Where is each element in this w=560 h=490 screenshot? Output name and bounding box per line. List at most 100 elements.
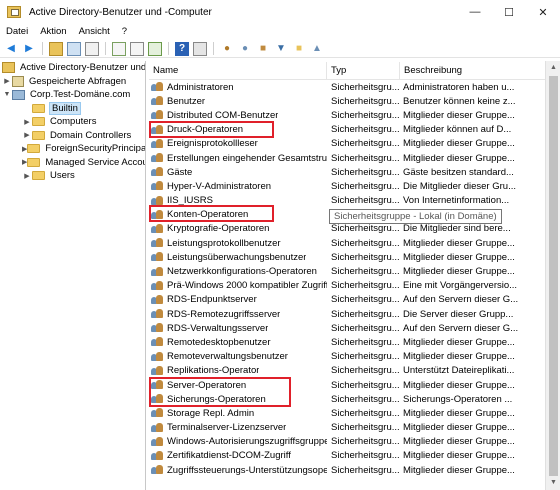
tree-item-label: Gespeicherte Abfragen bbox=[29, 75, 127, 87]
list-item[interactable]: Druck-Operatoren Sicherheitsgru... Mitglie… bbox=[149, 123, 545, 137]
menu-aktion[interactable]: Aktion bbox=[34, 26, 72, 37]
list-item[interactable]: Administratoren Sicherheitsgru... Administ… bbox=[149, 80, 545, 94]
tree-item-builtin[interactable]: Builtin bbox=[0, 101, 145, 116]
tree-item-domain-controllers[interactable]: ▶ Domain Controllers bbox=[0, 129, 145, 143]
tree-item-managed-service-accounts[interactable]: ▶ Managed Service Accoun bbox=[0, 156, 145, 170]
up-folder-icon[interactable] bbox=[49, 41, 63, 56]
list-item[interactable]: Zertifikatdienst-DCOM-Zugriff Sicherheits… bbox=[149, 449, 545, 463]
expand-icon[interactable]: ▶ bbox=[22, 131, 32, 139]
new-user-icon[interactable]: ● bbox=[220, 42, 234, 56]
list-item[interactable]: IIS_IUSRS Sicherheitsgru... Von Internetin… bbox=[149, 194, 545, 208]
minimize-button[interactable]: — bbox=[458, 0, 492, 24]
list-item[interactable]: Remoteverwaltungsbenutzer Sicherheitsgru.… bbox=[149, 350, 545, 364]
tree-item-foreign-security-principals[interactable]: ▶ ForeignSecurityPrincipals bbox=[0, 142, 145, 156]
list-item[interactable]: Storage Repl. Admin Sicherheitsgru... Mitg… bbox=[149, 406, 545, 420]
cell-name: Ereignisprotokollleser bbox=[149, 138, 327, 149]
list-item[interactable]: Netzwerkkonfigurations-Operatoren Sicherh… bbox=[149, 264, 545, 278]
cell-description: Mitglieder dieser Gruppe... bbox=[403, 251, 515, 263]
list-item[interactable]: RDS-Remotezugriffsserver Sicherheitsgru..… bbox=[149, 307, 545, 321]
column-header-name[interactable]: Name bbox=[149, 62, 327, 80]
cell-name: Konten-Operatoren bbox=[149, 209, 327, 220]
cell-name: Remoteverwaltungsbenutzer bbox=[149, 351, 327, 362]
column-header-type[interactable]: Typ bbox=[327, 62, 400, 80]
scrollbar-thumb[interactable] bbox=[549, 76, 558, 476]
maximize-button[interactable]: ☐ bbox=[492, 0, 526, 24]
cell-type: Sicherheitsgru... bbox=[331, 379, 400, 391]
list-item[interactable]: Server-Operatoren Sicherheitsgru... Mitgli… bbox=[149, 378, 545, 392]
list-item[interactable]: Leistungsüberwachungsbenutzer Sicherheits… bbox=[149, 250, 545, 264]
group-name: Leistungsprotokollbenutzer bbox=[167, 237, 281, 249]
list-item[interactable]: Replikations-Operator Sicherheitsgru... Un… bbox=[149, 364, 545, 378]
expand-icon[interactable]: ▶ bbox=[2, 77, 12, 85]
expand-icon[interactable]: ▶ bbox=[22, 118, 32, 126]
saved-queries-icon bbox=[12, 75, 24, 87]
add-to-group-icon[interactable]: ■ bbox=[292, 42, 306, 56]
filter-icon[interactable]: ▼ bbox=[274, 42, 288, 56]
list-item[interactable]: Leistungsprotokollbenutzer Sicherheitsgru… bbox=[149, 236, 545, 250]
menu-datei[interactable]: Datei bbox=[0, 26, 34, 37]
cell-description: Von Internetinformation... bbox=[403, 195, 510, 207]
forward-icon[interactable]: ▶ bbox=[22, 42, 36, 56]
cell-name: Benutzer bbox=[149, 96, 327, 107]
close-button[interactable]: ✕ bbox=[526, 0, 560, 24]
list-item[interactable]: Kryptografie-Operatoren Sicherheitsgru...… bbox=[149, 222, 545, 236]
list-item[interactable]: Distributed COM-Benutzer Sicherheitsgru..… bbox=[149, 108, 545, 122]
list-item[interactable]: Hyper-V-Administratoren Sicherheitsgru...… bbox=[149, 179, 545, 193]
help-icon[interactable]: ? bbox=[175, 41, 189, 56]
group-name: Benutzer bbox=[167, 95, 206, 107]
cell-description: Mitglieder dieser Gruppe... bbox=[403, 464, 515, 476]
vertical-scrollbar[interactable]: ▲ ▼ bbox=[545, 61, 560, 490]
show-tree-icon[interactable] bbox=[67, 41, 81, 56]
expand-icon[interactable]: ▶ bbox=[22, 172, 32, 180]
tree-item-saved-queries[interactable]: ▶ Gespeicherte Abfragen bbox=[0, 75, 145, 89]
cell-name: Storage Repl. Admin bbox=[149, 408, 327, 419]
cell-type: Sicherheitsgru... bbox=[331, 266, 400, 278]
group-name: Netzwerkkonfigurations-Operatoren bbox=[167, 266, 317, 278]
security-group-icon bbox=[151, 110, 164, 120]
console-icon[interactable] bbox=[193, 41, 207, 56]
column-header-description[interactable]: Beschreibung bbox=[400, 62, 545, 80]
list-item[interactable]: Gäste Sicherheitsgru... Gäste besitzen sta… bbox=[149, 165, 545, 179]
cell-name: Gäste bbox=[149, 167, 327, 178]
list-item[interactable]: Ereignisprotokollleser Sicherheitsgru... M… bbox=[149, 137, 545, 151]
tree-item-computers[interactable]: ▶ Computers bbox=[0, 115, 145, 129]
folder-icon bbox=[32, 171, 45, 181]
list-item[interactable]: Prä-Windows 2000 kompatibler Zugriff Sich… bbox=[149, 279, 545, 293]
menu-help[interactable]: ? bbox=[116, 26, 133, 37]
scroll-down-icon[interactable]: ▼ bbox=[546, 476, 560, 490]
list-item[interactable]: Erstellungen eingehender Gesamtstruk... S… bbox=[149, 151, 545, 165]
cell-name: IIS_IUSRS bbox=[149, 195, 327, 206]
collapse-icon[interactable]: ▼ bbox=[2, 91, 12, 98]
copy-icon[interactable] bbox=[85, 41, 99, 56]
list-item[interactable]: RDS-Verwaltungsserver Sicherheitsgru... Au… bbox=[149, 321, 545, 335]
group-name: Remoteverwaltungsbenutzer bbox=[167, 351, 288, 363]
new-ou-icon[interactable]: ■ bbox=[256, 42, 270, 56]
list-item[interactable]: Sicherungs-Operatoren Sicherheitsgru... Si… bbox=[149, 392, 545, 406]
cell-name: Hyper-V-Administratoren bbox=[149, 181, 327, 192]
tree-item-users[interactable]: ▶ Users bbox=[0, 169, 145, 183]
tree-item-domain[interactable]: ▼ Corp.Test-Domäne.com bbox=[0, 88, 145, 102]
refresh-icon[interactable] bbox=[112, 41, 126, 56]
list-item[interactable]: Windows-Autorisierungszugriffsgruppe Sich… bbox=[149, 435, 545, 449]
new-group-icon[interactable]: ● bbox=[238, 42, 252, 56]
find-icon[interactable]: ▲ bbox=[310, 42, 324, 56]
list-item[interactable]: Benutzer Sicherheitsgru... Benutzer können… bbox=[149, 94, 545, 108]
menu-ansicht[interactable]: Ansicht bbox=[73, 26, 116, 37]
list-item[interactable]: Zugriffssteuerungs-Unterstützungsope... S… bbox=[149, 463, 545, 477]
export-list-icon[interactable] bbox=[130, 41, 144, 56]
scroll-up-icon[interactable]: ▲ bbox=[546, 61, 560, 75]
group-name: Zugriffssteuerungs-Unterstützungsope... bbox=[167, 464, 327, 476]
list-item[interactable]: RDS-Endpunktserver Sicherheitsgru... Auf d… bbox=[149, 293, 545, 307]
cell-name: Remotedesktopbenutzer bbox=[149, 337, 327, 348]
toolbar-separator bbox=[42, 42, 43, 55]
list-item[interactable]: Terminalserver-Lizenzserver Sicherheitsgr… bbox=[149, 421, 545, 435]
back-icon[interactable]: ◀ bbox=[4, 42, 18, 56]
toolbar: ◀ ▶ ? ● ● ■ ▼ ■ ▲ bbox=[0, 40, 560, 58]
properties-icon[interactable] bbox=[148, 41, 162, 56]
security-group-icon bbox=[151, 337, 164, 347]
window-controls: — ☐ ✕ bbox=[458, 0, 560, 24]
cell-description: Die Server dieser Grupp... bbox=[403, 308, 514, 320]
list-item[interactable]: Remotedesktopbenutzer Sicherheitsgru... Mi… bbox=[149, 335, 545, 349]
security-group-icon bbox=[151, 351, 164, 362]
tree-root[interactable]: Active Directory-Benutzer und -C bbox=[0, 61, 145, 75]
